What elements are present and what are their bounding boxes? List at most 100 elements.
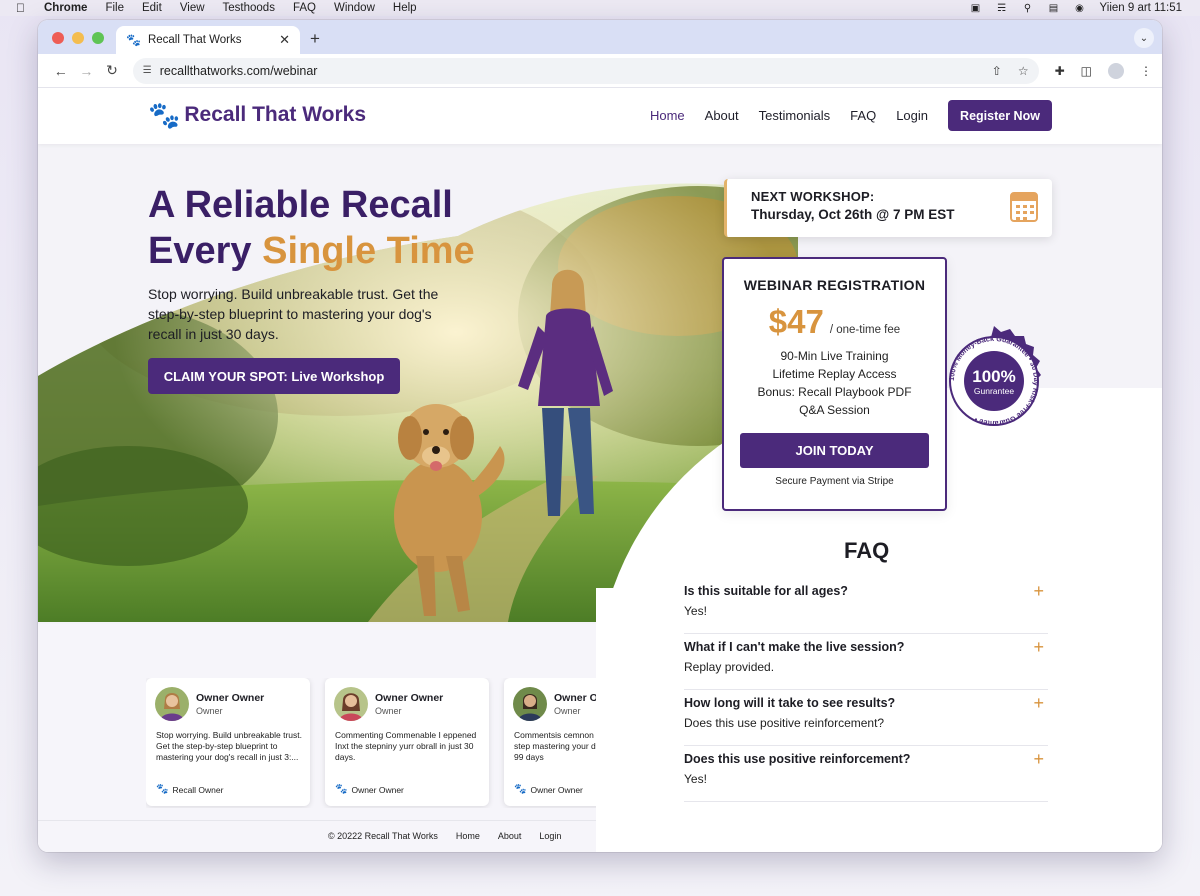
menu-app-name[interactable]: Chrome [44,2,87,14]
apple-menu-icon[interactable]:  [16,1,30,15]
claim-spot-button[interactable]: CLAIM YOUR SPOT: Live Workshop [148,358,400,394]
browser-window: 🐾 Recall That Works ✕ + ⌄ ← → ↻ ☰ recall… [38,20,1162,852]
testimonial-footer: Recall Owner [172,784,224,795]
control-center-icon[interactable]: ▤ [1048,3,1060,14]
window-controls [52,32,104,44]
hero-subtitle: Stop worrying. Build unbreakable trust. … [148,286,439,342]
nav-testimonials[interactable]: Testimonials [759,108,831,123]
tab-search-chevron-icon[interactable]: ⌄ [1134,28,1154,48]
nav-faq[interactable]: FAQ [850,108,876,123]
site-header: 🐾 Recall That Works Home About Testimoni… [38,88,1162,144]
faq-question[interactable]: Is this suitable for all ages? [684,584,1048,598]
testimonial-text: Commenting Commenable I eppened Inxt the… [335,730,477,762]
site-footer: © 20222 Recall That Works Home About Log… [38,820,596,852]
zoom-window-button[interactable] [92,32,104,44]
menu-file[interactable]: File [105,2,124,14]
url-text[interactable]: recallthatworks.com/webinar [160,64,318,78]
expand-plus-icon[interactable]: + [1033,582,1044,600]
faq-answer: Yes! [684,772,707,786]
testimonial-role: Owner [375,706,402,716]
paw-icon: 🐾 [514,784,527,795]
browser-menu-kebab-icon[interactable]: ⋮ [1140,64,1152,78]
paw-icon: 🐾 [335,784,348,795]
tab-title: Recall That Works [147,34,242,46]
faq-item[interactable]: Does this use positive reinforcement? Ye… [684,746,1048,802]
browser-tab-active[interactable]: 🐾 Recall That Works ✕ [116,26,300,54]
badge-main-text: 100% [972,367,1015,386]
hero-heading-line2-a: Every [148,230,263,272]
wifi-icon[interactable]: ☴ [996,3,1008,14]
close-window-button[interactable] [52,32,64,44]
faq-question[interactable]: How long will it take to see results? [684,696,1048,710]
menubar-clock[interactable]: Yiien 9 art 11:51 [1100,2,1182,14]
logo-text: Recall That Works [184,103,367,126]
price: $47 [768,303,824,340]
siri-icon[interactable]: ◉ [1074,3,1086,14]
nav-login[interactable]: Login [896,108,928,123]
paw-logo-icon: 🐾 [148,100,181,130]
faq-answer: Does this use positive reinforcement? [684,716,885,730]
extensions-puzzle-icon[interactable]: ✚ [1055,64,1065,78]
minimize-window-button[interactable] [72,32,84,44]
testimonial-role: Owner [196,706,223,716]
site-info-icon[interactable]: ☰ [143,65,152,76]
menu-edit[interactable]: Edit [142,2,162,14]
faq-item[interactable]: What if I can't make the live session? R… [684,634,1048,690]
next-workshop-date: Thursday, Oct 26th @ 7 PM EST [751,207,955,222]
testimonial-card: Owner Owner Owner Commenting Commenable … [325,678,489,806]
menubar-status-area: ▣ ☴ ⚲ ▤ ◉ Yiien 9 art 11:51 [970,0,1182,16]
paw-favicon-icon: 🐾 [126,33,141,47]
avatar [513,687,547,721]
menu-faq[interactable]: FAQ [293,2,316,14]
hero-heading-line2-highlight: Single Time [262,230,475,272]
join-today-button[interactable]: JOIN TODAY [740,433,929,468]
share-icon[interactable]: ⇧ [992,64,1002,78]
footer-link-about[interactable]: About [498,831,522,841]
nav-about[interactable]: About [705,108,739,123]
footer-link-home[interactable]: Home [456,831,480,841]
faq-question[interactable]: Does this use positive reinforcement? [684,752,1048,766]
tab-close-icon[interactable]: ✕ [279,32,290,48]
web-page: 🐾 Recall That Works Home About Testimoni… [38,88,1162,852]
next-workshop-label: NEXT WORKSHOP: [751,189,875,204]
footer-link-login[interactable]: Login [539,831,561,841]
system-menubar:  Chrome File Edit View Testhoods FAQ Wi… [0,0,1200,16]
expand-plus-icon[interactable]: + [1033,750,1044,768]
site-logo[interactable]: 🐾 Recall That Works [148,102,366,128]
faq-question[interactable]: What if I can't make the live session? [684,640,1048,654]
bookmark-star-icon[interactable]: ☆ [1018,64,1029,78]
faq-heading: FAQ [844,538,890,563]
testimonial-card: Owner O Owner Commentsis cemnon Get the … [504,678,596,806]
paw-icon: 🐾 [156,784,169,795]
reload-icon[interactable]: ↻ [99,62,125,79]
feature-item: Bonus: Recall Playbook PDF [757,385,912,399]
forward-arrow-icon[interactable]: → [74,63,100,79]
new-tab-button[interactable]: + [310,29,320,49]
hero-heading: A Reliable Recall Every Single Time [148,182,475,274]
screen-record-icon[interactable]: ▣ [970,3,982,14]
testimonial-text: Stop worrying. Build unbreakable trust. … [156,730,302,762]
register-now-button[interactable]: Register Now [948,100,1052,131]
menu-window[interactable]: Window [334,2,375,14]
back-arrow-icon[interactable]: ← [48,63,74,79]
expand-plus-icon[interactable]: + [1033,638,1044,656]
nav-home[interactable]: Home [650,108,685,123]
faq-item[interactable]: How long will it take to see results? Do… [684,690,1048,746]
faq-item[interactable]: Is this suitable for all ages? Yes! + [684,578,1048,634]
expand-plus-icon[interactable]: + [1033,694,1044,712]
badge-sub-text: Gunrantee [974,386,1014,396]
feature-item: Q&A Session [799,403,870,417]
testimonial-footer: Owner Owner [530,784,583,795]
testimonials-row: Owner Owner Owner Stop worrying. Build u… [146,678,596,808]
spotlight-search-icon[interactable]: ⚲ [1022,3,1034,14]
menu-testhoods[interactable]: Testhoods [223,2,275,14]
side-panel-icon[interactable]: ◫ [1081,64,1092,78]
profile-avatar-icon[interactable] [1108,62,1125,79]
menu-help[interactable]: Help [393,2,417,14]
tab-strip: 🐾 Recall That Works ✕ + ⌄ [38,20,1162,54]
registration-title: WEBINAR REGISTRATION [743,277,926,293]
menu-view[interactable]: View [180,2,205,14]
guarantee-seal-badge: 100% Money-Back Guarantee • 30 Day Risk-… [935,324,1053,442]
browser-toolbar: ← → ↻ ☰ recallthatworks.com/webinar ⇧ ☆ … [38,54,1162,88]
address-bar[interactable]: ☰ recallthatworks.com/webinar ⇧ ☆ [132,57,1039,84]
